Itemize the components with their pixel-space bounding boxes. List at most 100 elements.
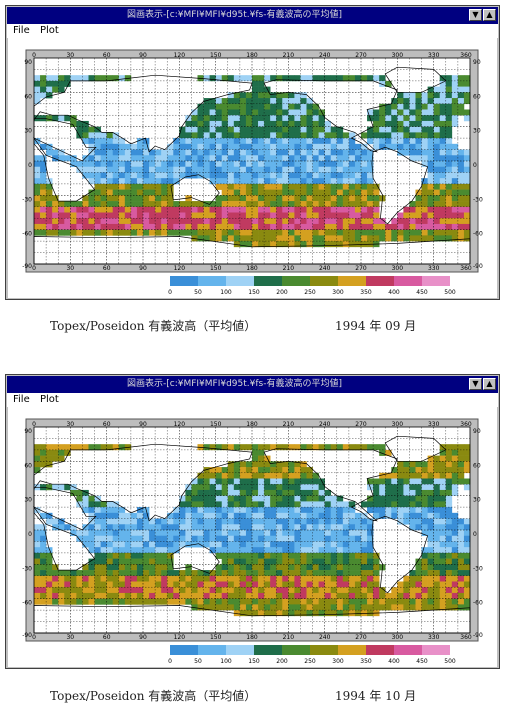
map-cell [354,598,362,605]
map-cell [354,75,362,82]
map-cell [270,126,277,133]
map-cell [167,535,174,542]
minimize-button[interactable]: ▼ [469,378,482,390]
map-cell [264,183,271,190]
map-cell [427,512,434,519]
map-cell [233,98,241,105]
map-cell [451,604,459,611]
map-cell [282,478,289,485]
map-cell [233,570,241,577]
map-cell [427,201,434,208]
map-cell [342,604,350,611]
map-cell [306,587,313,594]
map-cell [124,535,132,542]
map-cell [106,598,114,605]
map-cell [270,195,277,202]
map-cell [445,489,453,496]
map-cell [463,75,471,82]
title-bar[interactable]: 図画表示-[c:¥MFI¥MFI¥d95t.¥fs-有義波高の平均値] ▼ ▲ [7,376,498,393]
lat-tick: -60 [473,231,483,238]
map-cell [106,575,114,582]
map-cell [185,587,192,594]
map-cell [106,218,114,225]
map-cell [336,155,344,162]
map-cell [324,564,332,571]
map-cell [463,449,471,456]
map-cell [124,183,132,190]
map-cell [457,478,465,485]
menu-file[interactable]: File [13,393,30,407]
map-cell [391,138,398,145]
maximize-button[interactable]: ▲ [483,9,496,21]
map-cell [258,132,265,139]
map-cell [300,512,307,519]
map-cell [361,229,368,236]
map-cell [239,120,247,127]
map-cell [294,126,301,133]
map-cell [94,512,101,519]
map-cell [161,183,168,190]
map-cell [52,229,59,236]
map-cell [397,512,404,519]
map-cell [373,195,380,202]
minimize-button[interactable]: ▼ [469,9,482,21]
map-cell [161,530,168,537]
map-cell [318,524,325,531]
map-cell [373,570,380,577]
map-cell [409,212,416,219]
map-cell [106,570,114,577]
map-cell [451,444,459,451]
map-cell [342,218,350,225]
title-bar[interactable]: 図画表示-[c:¥MFI¥MFI¥d95t.¥fs-有義波高の平均値] ▼ ▲ [7,7,498,24]
map-cell [445,172,453,179]
map-cell [82,195,89,202]
map-cell [312,241,319,248]
map-cell [457,223,465,230]
map-cell [258,552,265,559]
map-cell [118,558,126,565]
map-cell [361,195,368,202]
map-cell [130,218,138,225]
map-cell [227,218,235,225]
map-cell [300,103,307,110]
map-cell [300,598,307,605]
map-cell [233,530,241,537]
map-cell [82,206,89,213]
map-cell [348,444,356,451]
map-cell [421,212,428,219]
map-cell [46,581,53,588]
map-cell [82,598,89,605]
map-cell [245,461,253,468]
map-cell [227,575,235,582]
map-cell [239,484,247,491]
map-cell [367,183,374,190]
map-cell [106,143,114,150]
map-cell [379,132,386,139]
map-cell [130,564,138,571]
map-cell [318,501,325,508]
map-cell [300,507,307,514]
map-cell [421,229,428,236]
map-cell [336,183,344,190]
legend-swatch [394,645,422,655]
map-cell [155,524,162,531]
map-cell [451,149,459,156]
map-cell [58,444,65,451]
menu-plot[interactable]: Plot [40,24,59,38]
maximize-button[interactable]: ▲ [483,378,496,390]
map-cell [342,143,350,150]
map-cell [421,195,428,202]
map-cell [451,155,459,162]
map-cell [427,507,434,514]
menu-file[interactable]: File [13,24,30,38]
map-cell [100,587,107,594]
map-cell [52,587,59,594]
map-cell [361,575,368,582]
map-cell [318,552,325,559]
map-cell [100,212,107,219]
map-cell [112,564,120,571]
map-cell [130,212,138,219]
menu-plot[interactable]: Plot [40,393,59,407]
legend-swatch [394,276,422,286]
map-cell [288,467,295,474]
